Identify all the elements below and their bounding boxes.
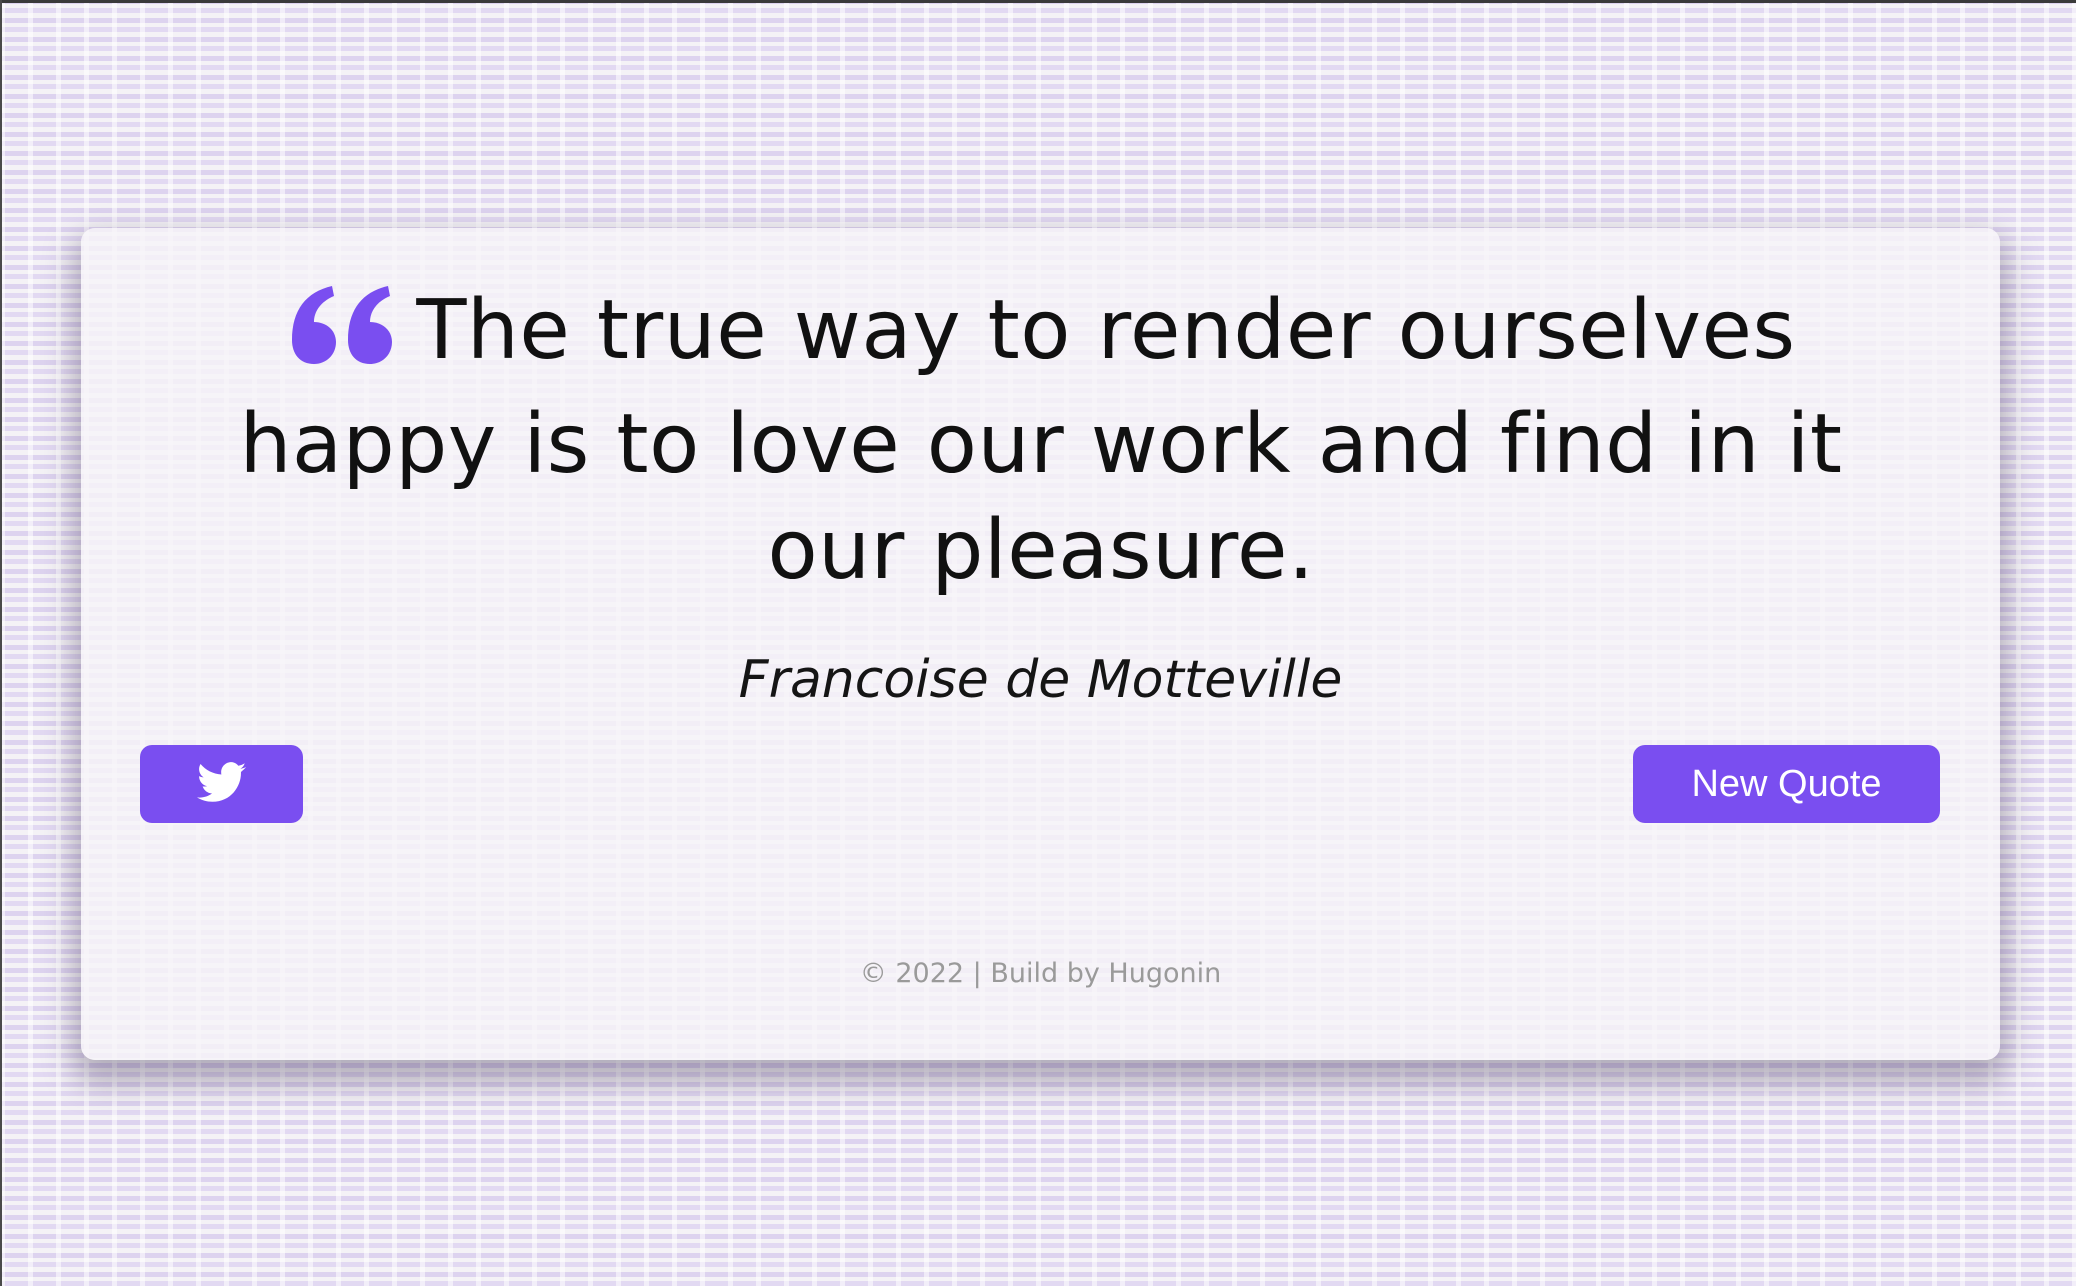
twitter-icon [196, 761, 247, 807]
quote-left-icon [286, 284, 398, 392]
window-top-border [0, 0, 2076, 3]
window-left-border [0, 0, 2, 1286]
new-quote-button[interactable]: New Quote [1633, 745, 1940, 823]
quote-author: Francoise de Motteville [738, 650, 1343, 710]
quote-text: The true way to render ourselves happy i… [239, 283, 1843, 598]
quote-container: The true way to render ourselves happy i… [171, 278, 1911, 604]
footer-credit: © 2022 | Build by Hugonin [859, 958, 1222, 989]
tweet-button[interactable] [140, 745, 303, 823]
quote-card: The true way to render ourselves happy i… [81, 228, 2000, 1060]
